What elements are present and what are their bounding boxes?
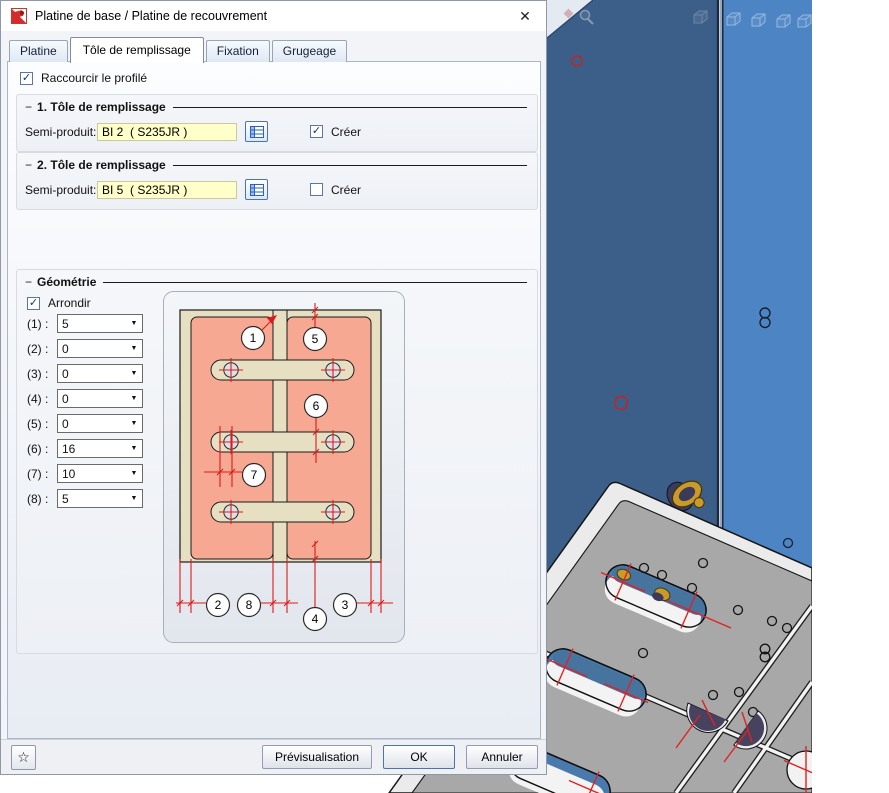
semi-product-field-2[interactable]: [97, 181, 237, 199]
callout-number: 2: [215, 598, 222, 612]
chevron-down-icon: ▼: [126, 495, 142, 502]
group-rule: [103, 282, 527, 283]
dialog-titlebar[interactable]: Platine de base / Platine de recouvremen…: [1, 1, 546, 31]
param-row-3: (3) : 0 ▼: [27, 364, 143, 383]
tab-fixation[interactable]: Fixation: [206, 40, 270, 62]
param-label-1: (1) :: [27, 317, 57, 331]
callout-number: 8: [246, 598, 253, 612]
param-row-1: (1) : 5 ▼: [27, 314, 143, 333]
browse-semi-product-button-2[interactable]: [245, 179, 268, 200]
create-label-2: Créer: [331, 183, 361, 197]
param-label-5: (5) :: [27, 417, 57, 431]
param-value-3: 0: [58, 367, 126, 381]
param-row-4: (4) : 0 ▼: [27, 389, 143, 408]
param-row-6: (6) : 16 ▼: [27, 439, 143, 458]
param-value-8: 5: [58, 492, 126, 506]
param-label-2: (2) :: [27, 342, 57, 356]
round-corners-checkbox[interactable]: ✓: [27, 297, 40, 310]
param-dropdown-7[interactable]: 10 ▼: [57, 464, 143, 483]
callout-number: 5: [312, 332, 319, 346]
param-label-6: (6) :: [27, 442, 57, 456]
dialog-title: Platine de base / Platine de recouvremen…: [35, 9, 267, 23]
group-filler-plate-1: − 1. Tôle de remplissage Semi-produit: ✓: [16, 94, 538, 152]
chevron-down-icon: ▼: [126, 445, 142, 452]
chevron-down-icon: ▼: [126, 395, 142, 402]
param-dropdown-5[interactable]: 0 ▼: [57, 414, 143, 433]
param-dropdown-1[interactable]: 5 ▼: [57, 314, 143, 333]
tab-page: ✓ Raccourcir le profilé − 1. Tôle de rem…: [7, 61, 541, 739]
application-viewport: Platine de base / Platine de recouvremen…: [0, 0, 889, 793]
shorten-profile-label: Raccourcir le profilé: [41, 71, 147, 85]
geometry-title: Géométrie: [37, 275, 96, 289]
group-2-header: − 2. Tôle de remplissage: [17, 153, 537, 173]
param-row-2: (2) : 0 ▼: [27, 339, 143, 358]
favorites-button[interactable]: ☆: [11, 745, 36, 770]
param-value-6: 16: [58, 442, 126, 456]
catalog-table-icon: [250, 184, 264, 196]
semi-product-label: Semi-produit:: [25, 125, 97, 139]
callout-number: 3: [342, 598, 349, 612]
cancel-button[interactable]: Annuler: [466, 745, 538, 769]
geometry-header: − Géométrie: [17, 270, 537, 290]
tab-strip: Platine Tôle de remplissage Fixation Gru…: [9, 37, 349, 62]
close-icon[interactable]: ✕: [510, 8, 546, 25]
chevron-down-icon: ▼: [126, 370, 142, 377]
param-dropdown-3[interactable]: 0 ▼: [57, 364, 143, 383]
create-label-1: Créer: [331, 125, 361, 139]
group-2-title: 2. Tôle de remplissage: [37, 158, 166, 172]
param-dropdown-4[interactable]: 0 ▼: [57, 389, 143, 408]
param-value-5: 0: [58, 417, 126, 431]
collapse-icon[interactable]: −: [25, 275, 32, 289]
param-label-7: (7) :: [27, 467, 57, 481]
group-1-header: − 1. Tôle de remplissage: [17, 95, 537, 115]
create-checkbox-1[interactable]: ✓: [310, 125, 323, 138]
semi-product-field-1[interactable]: [97, 123, 237, 141]
param-dropdown-2[interactable]: 0 ▼: [57, 339, 143, 358]
param-label-3: (3) :: [27, 367, 57, 381]
chevron-down-icon: ▼: [126, 420, 142, 427]
shorten-profile-checkbox[interactable]: ✓: [20, 72, 33, 85]
collapse-icon[interactable]: −: [25, 158, 32, 172]
tab-grugeage[interactable]: Grugeage: [272, 40, 347, 62]
chevron-down-icon: ▼: [126, 320, 142, 327]
chevron-down-icon: ▼: [126, 345, 142, 352]
param-label-4: (4) :: [27, 392, 57, 406]
chevron-down-icon: ▼: [126, 470, 142, 477]
geometry-preview-diagram: 1 5 6 7 2 8 4 3: [163, 291, 405, 643]
round-corners-label: Arrondir: [48, 296, 91, 310]
param-row-7: (7) : 10 ▼: [27, 464, 143, 483]
group-rule: [173, 165, 527, 166]
browse-semi-product-button-1[interactable]: [245, 121, 268, 142]
group-rule: [173, 107, 527, 108]
dialog-window: Platine de base / Platine de recouvremen…: [0, 0, 547, 775]
param-dropdown-6[interactable]: 16 ▼: [57, 439, 143, 458]
app-icon: [11, 8, 27, 24]
callout-number: 4: [312, 612, 319, 626]
callout-number: 6: [313, 399, 320, 413]
param-dropdown-8[interactable]: 5 ▼: [57, 489, 143, 508]
shorten-profile-checkbox-row: ✓ Raccourcir le profilé: [20, 71, 147, 85]
param-value-7: 10: [58, 467, 126, 481]
group-geometry: − Géométrie ✓ Arrondir (1) : 5 ▼ (2) : 0…: [16, 269, 538, 654]
create-checkbox-2[interactable]: [310, 183, 323, 196]
round-corners-row: ✓ Arrondir: [27, 296, 91, 310]
ok-button[interactable]: OK: [383, 745, 455, 769]
param-row-8: (8) : 5 ▼: [27, 489, 143, 508]
callout-number: 7: [251, 468, 258, 482]
dialog-footer: ☆ Prévisualisation OK Annuler: [1, 739, 546, 774]
param-value-2: 0: [58, 342, 126, 356]
semi-product-label: Semi-produit:: [25, 183, 97, 197]
tab-platine[interactable]: Platine: [9, 40, 68, 62]
group-1-title: 1. Tôle de remplissage: [37, 100, 166, 114]
callout-number: 1: [250, 331, 257, 345]
tab-tole-de-remplissage[interactable]: Tôle de remplissage: [70, 37, 204, 63]
catalog-table-icon: [250, 126, 264, 138]
param-label-8: (8) :: [27, 492, 57, 506]
preview-button[interactable]: Prévisualisation: [262, 745, 372, 769]
group-filler-plate-2: − 2. Tôle de remplissage Semi-produit:: [16, 152, 538, 210]
param-value-4: 0: [58, 392, 126, 406]
param-value-1: 5: [58, 317, 126, 331]
param-row-5: (5) : 0 ▼: [27, 414, 143, 433]
collapse-icon[interactable]: −: [25, 100, 32, 114]
